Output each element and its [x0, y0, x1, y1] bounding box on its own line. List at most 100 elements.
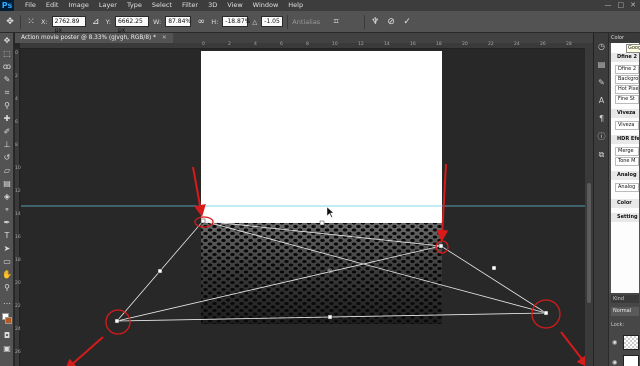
vertical-ruler[interactable]: 0 2 4 6 8 10 12 14 16 18 20 22 24 26: [15, 49, 21, 366]
properties-panel-icon[interactable]: ▤: [596, 59, 607, 70]
ruler-tick-label: 0: [15, 51, 18, 56]
crop-icon[interactable]: ⌗: [2, 88, 12, 98]
menu-select[interactable]: Select: [147, 0, 177, 11]
transform-handle-top-left[interactable]: [200, 218, 206, 224]
move-tool-icon[interactable]: ✥: [4, 16, 16, 28]
shape-icon[interactable]: ▭: [2, 257, 12, 267]
layer-row[interactable]: ◉: [609, 353, 640, 366]
h-field[interactable]: -18.87%: [222, 16, 250, 27]
menu-help[interactable]: Help: [283, 0, 308, 11]
character-panel-icon[interactable]: A: [596, 95, 607, 106]
background-color-swatch[interactable]: [5, 317, 12, 324]
move-icon[interactable]: ✥: [2, 36, 12, 46]
dodge-icon[interactable]: ⚬: [2, 205, 12, 215]
history-brush-icon[interactable]: ↺: [2, 153, 12, 163]
clone-source-panel-icon[interactable]: ⧉: [596, 149, 607, 160]
transform-handle-top-middle[interactable]: [319, 220, 325, 226]
menu-window[interactable]: Window: [248, 0, 284, 11]
interpolation-select[interactable]: Antialias: [292, 18, 320, 26]
document-tab[interactable]: Action movie poster @ 8.33% (gjvgh, RGB/…: [15, 33, 173, 43]
brush-icon[interactable]: ✐: [2, 127, 12, 137]
transform-handle-right-middle[interactable]: [491, 265, 497, 271]
chain-link-icon[interactable]: ∞: [195, 16, 207, 28]
healing-brush-icon[interactable]: ✚: [2, 114, 12, 124]
layer-row[interactable]: ◉: [609, 333, 640, 353]
path-select-icon[interactable]: ➤: [2, 244, 12, 254]
y-field[interactable]: 6662.25 px: [114, 16, 149, 34]
transform-handle-bottom-middle[interactable]: [327, 314, 333, 320]
close-button[interactable]: ✕: [630, 1, 636, 9]
list-item[interactable]: Background: [615, 75, 639, 84]
menu-type[interactable]: Type: [122, 0, 147, 11]
ruler-tick-label: 26: [540, 42, 546, 47]
commit-icon[interactable]: ✓: [401, 16, 413, 28]
quick-select-icon[interactable]: ✎: [2, 75, 12, 85]
list-item[interactable]: HDR Efex: [611, 135, 639, 144]
paragraph-panel-icon[interactable]: ¶: [596, 113, 607, 124]
warp-icon[interactable]: ⌗: [330, 16, 342, 28]
blur-icon[interactable]: ◈: [2, 192, 12, 202]
list-item[interactable]: Tone M: [615, 157, 639, 166]
list-item[interactable]: Dfine 2: [615, 65, 639, 74]
menu-layer[interactable]: Layer: [94, 0, 122, 11]
eraser-icon[interactable]: ▱: [2, 166, 12, 176]
puppet-icon[interactable]: ♆: [369, 16, 381, 28]
lasso-icon[interactable]: ꝏ: [2, 62, 12, 72]
link-icon[interactable]: ⊿: [90, 16, 102, 28]
visibility-eye-icon[interactable]: ◉: [612, 359, 617, 366]
history-panel-icon[interactable]: ◷: [596, 41, 607, 52]
maximize-button[interactable]: □: [618, 1, 625, 9]
canvas-area[interactable]: ⊕: [21, 49, 585, 366]
list-item[interactable]: Color: [611, 199, 639, 208]
list-item[interactable]: Merge: [615, 147, 639, 156]
list-item[interactable]: Setting: [611, 213, 639, 222]
w-field[interactable]: 87.84%: [165, 16, 192, 27]
list-item[interactable]: Hot Pixel: [615, 85, 639, 94]
reference-point-icon[interactable]: ⊕: [327, 267, 333, 275]
quick-mask-icon[interactable]: ◘: [2, 331, 12, 341]
cancel-icon[interactable]: ⊘: [385, 16, 397, 28]
gradient-icon[interactable]: ▤: [2, 179, 12, 189]
zoom-icon[interactable]: ⚲: [2, 283, 12, 293]
brush-panel-icon[interactable]: ✎: [596, 77, 607, 88]
x-field[interactable]: 2762.89 px: [51, 16, 86, 34]
scrollbar-thumb[interactable]: [587, 183, 591, 303]
transform-handle-bottom-right[interactable]: [543, 310, 549, 316]
screen-mode-icon[interactable]: ▣: [2, 344, 12, 354]
list-item[interactable]: Viveza: [615, 121, 639, 130]
transform-handle-top-right[interactable]: [438, 243, 444, 249]
panel-tabs[interactable]: Color: [609, 33, 640, 43]
list-item[interactable]: Viveza: [611, 109, 639, 118]
transform-handle-left-middle[interactable]: [157, 268, 163, 274]
pen-icon[interactable]: ✒: [2, 218, 12, 228]
reference-point-icon[interactable]: ⁙: [25, 16, 37, 28]
list-item[interactable]: Fine St: [615, 95, 639, 104]
more-tools-icon[interactable]: …: [2, 297, 12, 307]
transform-handle-bottom-left[interactable]: [114, 318, 120, 324]
list-item[interactable]: Dfine 2: [611, 53, 639, 62]
menu-file[interactable]: File: [20, 0, 41, 11]
list-item[interactable]: Analog: [615, 183, 639, 192]
menu-filter[interactable]: Filter: [177, 0, 203, 11]
blend-mode-select[interactable]: Normal: [611, 307, 639, 316]
list-item[interactable]: Analog: [611, 171, 639, 180]
minimize-button[interactable]: —: [605, 1, 612, 9]
ruler-tick-label: 0: [202, 42, 205, 47]
angle-field[interactable]: -1.05: [261, 16, 284, 27]
close-tab-icon[interactable]: ✕: [162, 35, 167, 41]
clone-stamp-icon[interactable]: ⊥: [2, 140, 12, 150]
visibility-eye-icon[interactable]: ◉: [612, 339, 617, 346]
ruler-tick-label: 14: [15, 212, 21, 217]
eyedropper-icon[interactable]: ⚲: [2, 101, 12, 111]
vertical-scrollbar[interactable]: [585, 43, 593, 366]
menu-view[interactable]: View: [222, 0, 247, 11]
info-panel-icon[interactable]: ⓘ: [596, 131, 607, 142]
marquee-icon[interactable]: ⬚: [2, 49, 12, 59]
hand-icon[interactable]: ✋: [2, 270, 12, 280]
menu-image[interactable]: Image: [63, 0, 93, 11]
menu-edit[interactable]: Edit: [41, 0, 64, 11]
mouse-cursor-icon: [326, 206, 335, 218]
menu-3d[interactable]: 3D: [203, 0, 222, 11]
layer-filter[interactable]: Kind: [611, 295, 639, 303]
type-icon[interactable]: T: [2, 231, 12, 241]
